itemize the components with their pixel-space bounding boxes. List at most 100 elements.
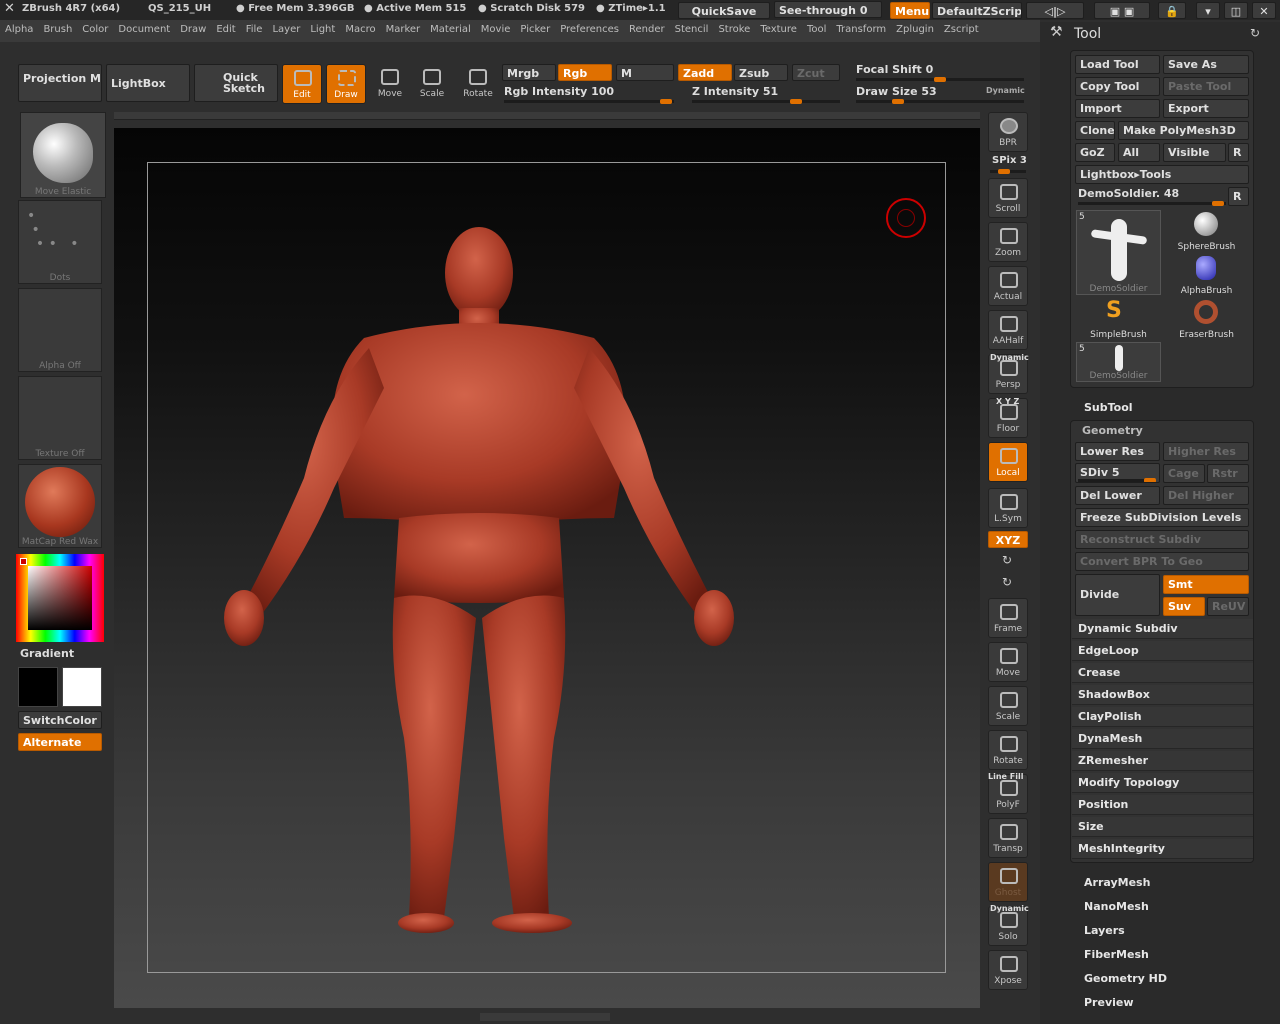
m-button[interactable]: M xyxy=(616,64,674,81)
geometry-dynamic-subdiv[interactable]: Dynamic Subdiv xyxy=(1072,619,1253,639)
spix-slider[interactable] xyxy=(990,169,1026,174)
lsym-button[interactable]: L.Sym xyxy=(988,488,1028,528)
section-preview[interactable]: Preview xyxy=(1076,993,1142,1012)
geometry-meshintegrity[interactable]: MeshIntegrity xyxy=(1072,839,1253,859)
goz-r-button[interactable]: R xyxy=(1228,143,1249,162)
tool-palette-title[interactable]: Tool xyxy=(1074,26,1101,42)
move-button[interactable]: Move xyxy=(988,642,1028,682)
scale-button[interactable]: Scale xyxy=(988,686,1028,726)
zcut-button[interactable]: Zcut xyxy=(792,64,840,81)
rgb-intensity-slider[interactable] xyxy=(504,99,674,104)
canvas-scrollbar-top[interactable] xyxy=(114,112,980,120)
reuv-button[interactable]: ReUV xyxy=(1207,597,1249,616)
menu-brush[interactable]: Brush xyxy=(38,20,77,39)
secondary-color-swatch[interactable] xyxy=(18,667,58,707)
menu-alpha[interactable]: Alpha xyxy=(0,20,38,39)
menu-edit[interactable]: Edit xyxy=(211,20,240,39)
reconstruct-subdiv-button[interactable]: Reconstruct Subdiv xyxy=(1075,530,1249,549)
canvas-scrollbar-bottom[interactable] xyxy=(480,1013,610,1021)
suv-toggle[interactable]: Suv xyxy=(1163,597,1205,616)
load-tool-button[interactable]: Load Tool xyxy=(1075,55,1160,74)
lightbox-button[interactable]: LightBox xyxy=(106,64,190,102)
tool-thumb-alphabrush[interactable]: AlphaBrush xyxy=(1164,254,1249,296)
del-higher-button[interactable]: Del Higher xyxy=(1163,486,1249,505)
layout-icon[interactable]: ▣ ▣ xyxy=(1094,2,1150,19)
close-icon[interactable]: ✕ xyxy=(1252,2,1276,19)
geometry-position[interactable]: Position xyxy=(1072,795,1253,815)
rgb-button[interactable]: Rgb xyxy=(558,64,612,81)
switch-color-button[interactable]: SwitchColor xyxy=(18,711,102,729)
tool-thumb-eraserbrush[interactable]: EraserBrush xyxy=(1164,298,1249,340)
menu-stroke[interactable]: Stroke xyxy=(713,20,755,39)
smt-toggle[interactable]: Smt xyxy=(1163,575,1249,594)
menu-draw[interactable]: Draw xyxy=(175,20,211,39)
focal-shift-slider[interactable] xyxy=(856,77,1024,82)
dynamic-persp-label[interactable]: Dynamic xyxy=(990,353,1029,362)
make-polymesh-button[interactable]: Make PolyMesh3D xyxy=(1118,121,1249,140)
minimize-icon[interactable]: ▾ xyxy=(1196,2,1220,19)
menu-picker[interactable]: Picker xyxy=(515,20,555,39)
tool-thumb-demosoldier-2[interactable]: 5 DemoSoldier xyxy=(1076,342,1161,382)
draw-button[interactable]: Draw xyxy=(326,64,366,104)
main-color-swatch[interactable] xyxy=(62,667,102,707)
section-layers[interactable]: Layers xyxy=(1076,921,1133,940)
dynamic-size-toggle[interactable]: Dynamic xyxy=(986,86,1025,95)
brush-selector[interactable]: Move Elastic xyxy=(20,112,106,198)
geometry-crease[interactable]: Crease xyxy=(1072,663,1253,683)
quicksave-button[interactable]: QuickSave xyxy=(678,2,770,19)
frame-button[interactable]: Frame xyxy=(988,598,1028,638)
sdiv-slider[interactable]: SDiv 5 xyxy=(1075,463,1160,483)
edit-button[interactable]: Edit xyxy=(282,64,322,104)
menu-preferences[interactable]: Preferences xyxy=(555,20,624,39)
menu-render[interactable]: Render xyxy=(624,20,670,39)
lightbox-tools-button[interactable]: Lightbox▸Tools xyxy=(1075,165,1249,184)
menu-light[interactable]: Light xyxy=(305,20,340,39)
goz-button[interactable]: GoZ xyxy=(1075,143,1115,162)
cage-button[interactable]: Cage xyxy=(1163,464,1205,483)
menu-macro[interactable]: Macro xyxy=(340,20,380,39)
color-picker[interactable] xyxy=(16,554,104,642)
section-arraymesh[interactable]: ArrayMesh xyxy=(1076,873,1158,892)
menu-zscript[interactable]: Zscript xyxy=(939,20,984,39)
import-button[interactable]: Import xyxy=(1075,99,1160,118)
export-button[interactable]: Export xyxy=(1163,99,1249,118)
geometry-dynamesh[interactable]: DynaMesh xyxy=(1072,729,1253,749)
geometry-zremesher[interactable]: ZRemesher xyxy=(1072,751,1253,771)
freeze-subdivision-button[interactable]: Freeze SubDivision Levels xyxy=(1075,508,1249,527)
menu-layer[interactable]: Layer xyxy=(267,20,305,39)
scale-button[interactable]: Scale xyxy=(412,64,452,104)
transp-button[interactable]: Transp xyxy=(988,818,1028,858)
ghost-button[interactable]: Ghost xyxy=(988,862,1028,902)
lower-res-button[interactable]: Lower Res xyxy=(1075,442,1160,461)
mrgb-button[interactable]: Mrgb xyxy=(502,64,556,81)
xyz-axes-label[interactable]: X Y Z xyxy=(996,397,1019,406)
goz-visible-button[interactable]: Visible xyxy=(1163,143,1226,162)
rotate-button[interactable]: Rotate xyxy=(988,730,1028,770)
draw-size-slider[interactable] xyxy=(856,99,1024,104)
menu-zplugin[interactable]: Zplugin xyxy=(891,20,939,39)
menu-stencil[interactable]: Stencil xyxy=(670,20,714,39)
zoom-button[interactable]: Zoom xyxy=(988,222,1028,262)
bpr-button[interactable]: BPR xyxy=(988,112,1028,152)
menu-color[interactable]: Color xyxy=(77,20,113,39)
stroke-selector[interactable]: • • • • • Dots xyxy=(18,200,102,284)
geometry-title[interactable]: Geometry xyxy=(1082,424,1143,437)
rotate-button[interactable]: Rotate xyxy=(458,64,498,104)
xyz-symmetry-button[interactable]: XYZ xyxy=(988,531,1028,548)
geometry-claypolish[interactable]: ClayPolish xyxy=(1072,707,1253,727)
menu-texture[interactable]: Texture xyxy=(755,20,802,39)
del-lower-button[interactable]: Del Lower xyxy=(1075,486,1160,505)
geometry-edgeloop[interactable]: EdgeLoop xyxy=(1072,641,1253,661)
tool-thumb-demosoldier[interactable]: 5 DemoSoldier xyxy=(1076,210,1161,295)
goz-all-button[interactable]: All xyxy=(1118,143,1160,162)
move-button[interactable]: Move xyxy=(370,64,410,104)
xpose-button[interactable]: Xpose xyxy=(988,950,1028,990)
menu-material[interactable]: Material xyxy=(425,20,476,39)
demo-soldier-model[interactable] xyxy=(214,218,734,938)
tool-thumb-simplebrush[interactable]: S SimpleBrush xyxy=(1076,298,1161,340)
menu-tool[interactable]: Tool xyxy=(802,20,831,39)
section-fibermesh[interactable]: FiberMesh xyxy=(1076,945,1157,964)
convert-bpr-button[interactable]: Convert BPR To Geo xyxy=(1075,552,1249,571)
zsub-button[interactable]: Zsub xyxy=(734,64,788,81)
line-fill-label[interactable]: Line Fill xyxy=(988,772,1023,781)
